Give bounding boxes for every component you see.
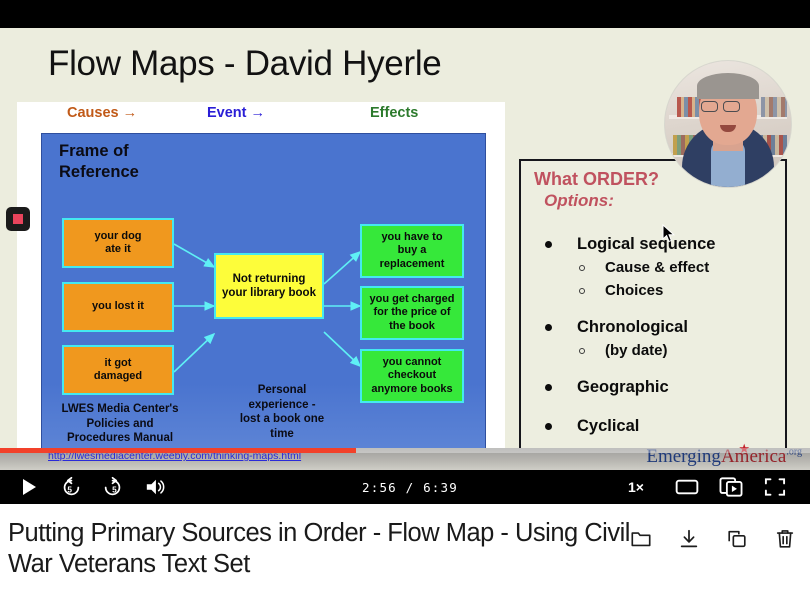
flow-map-body: Frame of Reference your dog ate it you lo… (41, 133, 486, 448)
option-label: Chronological (577, 317, 688, 336)
frame-line-2: Reference (59, 162, 139, 181)
slide-canvas: Flow Maps - David Hyerle Causes → Event … (0, 28, 810, 448)
progress-bar-fill (0, 448, 357, 453)
center-event-node: Not returning your library book (214, 253, 324, 319)
frame-of-reference-title: Frame of Reference (59, 141, 139, 183)
bullet-filled-icon (545, 422, 552, 430)
header-event: Event → (207, 105, 266, 121)
effect-node-1-label: you have to buy a replacement (379, 230, 445, 270)
presenter-webcam (664, 60, 792, 188)
play-icon (23, 479, 36, 495)
caption-center: Personal experience - lost a book one time (239, 384, 325, 441)
option-label: Geographic (577, 378, 669, 397)
frame-line-1: Frame of (59, 142, 129, 160)
option-cyclical: Cyclical (539, 415, 783, 437)
glasses-right-lens (723, 101, 740, 112)
record-stop-icon (13, 214, 23, 224)
cause-node-3: it got damaged (62, 345, 174, 395)
effect-node-2-label: you get charged for the price of the book (369, 292, 455, 332)
glasses-left-lens (701, 101, 718, 112)
fullscreen-button[interactable] (756, 470, 794, 504)
time-display: 2:56 / 6:39 (362, 479, 458, 495)
option-choices: Choices (539, 281, 783, 301)
recording-indicator[interactable] (6, 207, 30, 231)
option-label: Choices (605, 281, 664, 299)
cause-node-3-label: it got damaged (93, 356, 143, 382)
video-actions (630, 528, 796, 550)
theater-mode-button[interactable] (668, 470, 706, 504)
presenter-hair (697, 73, 759, 99)
flow-map-card: Causes → Event → Effects Frame of Refere… (17, 102, 505, 448)
theater-mode-icon (675, 479, 699, 495)
effect-node-2: you get charged for the price of the book (360, 286, 464, 340)
option-by-date: (by date) (539, 341, 783, 361)
option-geographic: Geographic (539, 376, 783, 398)
effect-node-3-label: you cannot checkout anymore books (371, 355, 453, 395)
trash-icon[interactable] (774, 528, 796, 550)
option-chronological: Chronological (539, 316, 783, 338)
picture-in-picture-icon (719, 477, 743, 497)
cause-node-2: you lost it (62, 282, 174, 332)
playback-speed-button[interactable]: 1× (628, 470, 644, 504)
rewind-5-icon: 5 (63, 476, 80, 496)
effect-node-3: you cannot checkout anymore books (360, 349, 464, 403)
caption-left: LWES Media Center's Policies and Procedure… (61, 403, 179, 445)
letterbox-top (0, 0, 810, 28)
options-list: Logical sequence Cause & effect Choices … (539, 233, 783, 440)
option-cause-effect: Cause & effect (539, 258, 783, 278)
slide-title: Flow Maps - David Hyerle (48, 44, 442, 83)
fullscreen-icon (764, 478, 786, 496)
screen: Flow Maps - David Hyerle Causes → Event … (0, 0, 810, 604)
bullet-hollow-icon (579, 287, 585, 294)
cause-node-2-label: you lost it (92, 300, 144, 313)
progress-bar[interactable] (0, 448, 810, 453)
bullet-filled-icon (545, 241, 552, 248)
video-title: Putting Primary Sources in Order - Flow … (8, 519, 630, 579)
rewind-5-button[interactable]: 5 (54, 470, 88, 504)
options-subtitle: Options: (544, 191, 614, 210)
picture-in-picture-button[interactable] (712, 470, 750, 504)
video-player[interactable]: Flow Maps - David Hyerle Causes → Event … (0, 0, 810, 504)
order-options-card: What ORDER? Options: Logical sequence Ca… (519, 159, 787, 448)
cause-node-1: your dog ate it (62, 218, 174, 268)
option-label: Logical sequence (577, 235, 716, 253)
play-button[interactable] (12, 470, 46, 504)
options-question: What ORDER? (534, 169, 659, 189)
svg-text:5: 5 (112, 486, 117, 495)
effect-node-1: you have to buy a replacement (360, 224, 464, 278)
svg-text:5: 5 (67, 486, 72, 495)
flow-map-headers: Causes → Event → Effects (17, 105, 505, 129)
volume-icon (146, 479, 165, 495)
video-info-bar: Putting Primary Sources in Order - Flow … (0, 504, 810, 604)
header-effects: Effects (370, 105, 419, 121)
download-icon[interactable] (678, 528, 700, 550)
option-label: Cyclical (577, 416, 640, 435)
mouse-cursor (662, 224, 676, 243)
bullet-filled-icon (545, 384, 552, 392)
books (761, 97, 787, 117)
option-label: (by date) (605, 342, 668, 360)
option-label: Cause & effect (605, 259, 710, 277)
copy-icon[interactable] (726, 528, 748, 550)
header-causes: Causes → (67, 105, 138, 121)
volume-button[interactable] (138, 470, 172, 504)
bullet-filled-icon (545, 323, 552, 331)
bullet-hollow-icon (579, 348, 585, 355)
forward-5-button[interactable]: 5 (96, 470, 130, 504)
bullet-hollow-icon (579, 265, 585, 272)
center-event-label: Not returning your library book (222, 272, 316, 299)
cause-node-1-label: your dog ate it (94, 229, 142, 255)
folder-icon[interactable] (630, 528, 652, 550)
option-logical-sequence: Logical sequence (539, 233, 783, 255)
forward-5-icon: 5 (104, 476, 121, 496)
player-controls: 5 5 2:56 / 6:39 1× (0, 470, 810, 504)
